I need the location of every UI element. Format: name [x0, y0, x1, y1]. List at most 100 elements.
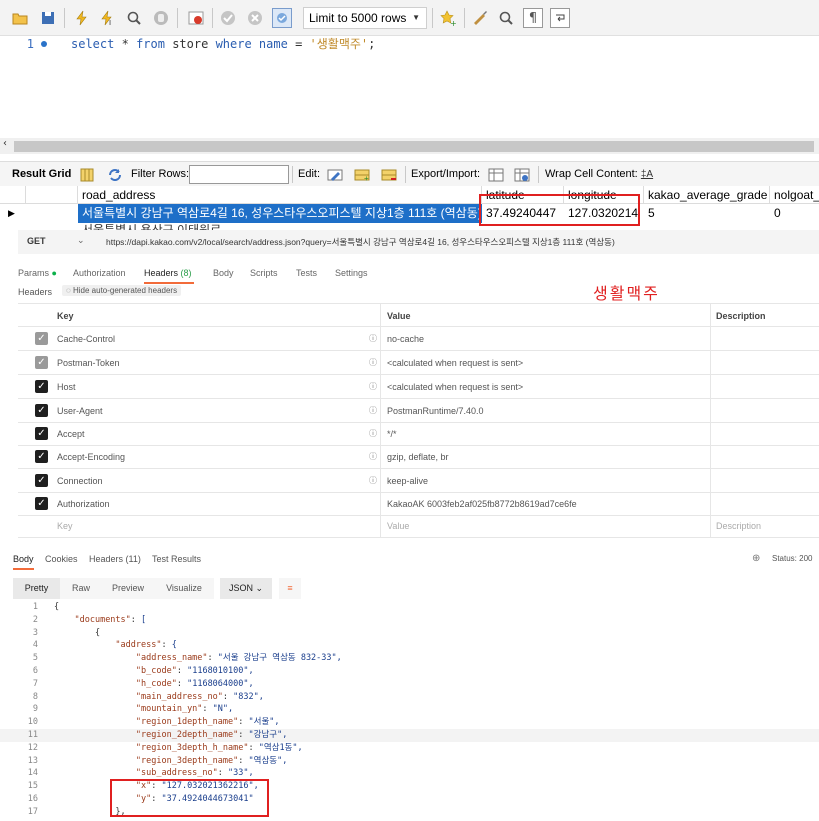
code-line-number: 13 — [27, 755, 38, 766]
code-line-text: "address_name": "서울 강남구 역삼동 832-33", — [135, 653, 342, 664]
grid-cell-kakao-average-grade[interactable]: 5 — [644, 204, 770, 223]
tab-tests[interactable]: Tests — [296, 268, 317, 278]
scroll-left-arrow-icon[interactable]: ‹ — [3, 138, 7, 149]
sql-editor[interactable]: 1 select * from store where name = '생활맥주… — [0, 36, 819, 138]
result-grid-title[interactable]: Result Grid — [12, 168, 71, 180]
http-method[interactable]: GET — [27, 236, 46, 246]
code-line-text: "region_3depth_h_name": "역삼1동", — [135, 742, 303, 753]
code-line: 10 "region_1depth_name": "서울", — [0, 716, 819, 729]
column-header-kakao-average-grade[interactable]: kakao_average_grade — [644, 186, 770, 204]
status-label: Status: 200 — [772, 554, 813, 563]
request-url[interactable]: https://dapi.kakao.com/v2/local/search/a… — [106, 236, 615, 248]
response-tab-headers[interactable]: Headers (11) — [89, 554, 141, 564]
postman-response-panel: Body Cookies Headers (11) Test Results ⊕… — [0, 548, 819, 821]
col-value: Value — [387, 311, 411, 321]
limit-rows-value: Limit to 5000 rows — [309, 11, 407, 25]
autocommit-toggle-icon[interactable] — [272, 8, 292, 28]
import-icon[interactable] — [513, 166, 531, 183]
checkbox-checked-icon[interactable]: ✓ — [35, 427, 48, 440]
code-line-number: 3 — [32, 627, 38, 638]
checkbox-checked-icon[interactable]: ✓ — [35, 332, 48, 345]
delete-row-icon[interactable] — [380, 166, 398, 183]
stop-hand-icon[interactable] — [151, 8, 171, 28]
format-raw-button[interactable]: Raw — [60, 578, 102, 599]
header-row[interactable]: ✓ User-Agent ⓘ PostmanRuntime/7.40.0 — [18, 399, 819, 423]
checkbox-checked-icon[interactable]: ✓ — [35, 474, 48, 487]
checkbox-checked-icon[interactable]: ✓ — [35, 380, 48, 393]
hide-auto-headers-toggle[interactable]: ◌ Hide auto-generated headers — [62, 285, 182, 296]
format-pretty-button[interactable]: Pretty — [13, 578, 60, 599]
toggle-error-icon[interactable] — [186, 8, 206, 28]
result-grid: road_address latitude longitude kakao_av… — [0, 186, 819, 230]
checkbox-checked-icon[interactable]: ✓ — [35, 404, 48, 417]
explain-magnifier-icon[interactable] — [124, 8, 144, 28]
tab-settings[interactable]: Settings — [335, 268, 368, 278]
tab-params[interactable]: Params ● — [18, 268, 57, 278]
header-row[interactable]: ✓ Cache-Control ⓘ no-cache — [18, 327, 819, 351]
tab-headers[interactable]: Headers (8) — [144, 268, 192, 278]
header-row[interactable]: ✓ Host ⓘ <calculated when request is sen… — [18, 375, 819, 399]
response-tab-test-results[interactable]: Test Results — [152, 554, 201, 564]
grid-cell-nolgoat[interactable]: 0 — [770, 204, 819, 223]
code-line: 2 "documents": [ — [0, 614, 819, 627]
info-icon: ⓘ — [369, 452, 377, 461]
word-wrap-icon[interactable] — [550, 8, 570, 28]
svg-text:I: I — [109, 19, 111, 26]
header-row[interactable]: ✓ Connection ⓘ keep-alive — [18, 469, 819, 493]
commit-check-icon[interactable] — [218, 8, 238, 28]
wrap-lines-icon[interactable]: ≡ — [279, 578, 301, 599]
wrap-text-icon[interactable]: ‡A — [638, 166, 656, 183]
code-line-text: "h_code": "1168064000", — [135, 678, 254, 689]
header-row-placeholder[interactable]: Key Value Description — [18, 514, 819, 538]
grid-partial-row[interactable]: 서울특별시 용산구 이태원로 ... — [78, 223, 378, 230]
beautify-brush-icon[interactable] — [470, 8, 490, 28]
header-row[interactable]: ✓ Accept-Encoding ⓘ gzip, deflate, br — [18, 445, 819, 469]
tab-scripts[interactable]: Scripts — [250, 268, 278, 278]
scrollbar-thumb[interactable] — [14, 141, 814, 152]
save-icon[interactable] — [38, 8, 58, 28]
code-line-number: 17 — [27, 806, 38, 817]
response-tab-cookies[interactable]: Cookies — [45, 554, 78, 564]
col-description: Description — [716, 311, 766, 321]
tab-authorization[interactable]: Authorization — [73, 268, 126, 278]
format-visualize-button[interactable]: Visualize — [154, 578, 214, 599]
insert-row-icon[interactable]: + — [353, 166, 371, 183]
execute-lightning-icon[interactable] — [72, 8, 92, 28]
limit-rows-select[interactable]: Limit to 5000 rows ▼ — [303, 7, 427, 29]
export-icon[interactable] — [487, 166, 505, 183]
checkbox-checked-icon[interactable]: ✓ — [35, 356, 48, 369]
add-snippet-star-icon[interactable]: + — [438, 8, 458, 28]
editor-horizontal-scrollbar[interactable]: ‹ — [0, 138, 819, 154]
column-header-nolgoat[interactable]: nolgoat_ — [770, 186, 819, 204]
header-row[interactable]: ✓ Authorization KakaoAK 6003feb2af025fb8… — [18, 492, 819, 516]
code-line-number: 7 — [32, 678, 38, 689]
tab-body[interactable]: Body — [213, 268, 234, 278]
rollback-x-icon[interactable] — [245, 8, 265, 28]
format-preview-button[interactable]: Preview — [102, 578, 154, 599]
execute-current-icon[interactable]: I — [98, 8, 118, 28]
statement-dot-icon — [41, 41, 47, 47]
code-line-number: 12 — [27, 742, 38, 753]
line-number: 1 — [26, 37, 34, 51]
filter-rows-input[interactable] — [189, 165, 289, 184]
grid-view-icon[interactable] — [78, 166, 96, 183]
checkbox-checked-icon[interactable]: ✓ — [35, 497, 48, 510]
invisible-chars-pilcrow-icon[interactable]: ¶ — [523, 8, 543, 28]
sql-toolbar: I Limit to 5000 rows ▼ + ¶ — [0, 0, 819, 36]
code-line-text: "address": { — [115, 640, 177, 651]
chevron-down-icon: ⌄ — [255, 583, 264, 593]
method-chevron-down-icon[interactable]: ⌄ — [77, 235, 85, 246]
response-tab-body[interactable]: Body — [13, 554, 34, 564]
edit-row-icon[interactable] — [326, 166, 344, 183]
header-row[interactable]: ✓ Accept ⓘ */* — [18, 422, 819, 446]
refresh-icon[interactable] — [106, 166, 124, 183]
find-magnifier-icon[interactable] — [496, 8, 516, 28]
code-line: 6 "b_code": "1168010100", — [0, 665, 819, 678]
grid-cell-road-address[interactable]: 서울특별시 강남구 역삼로4길 16, 성우스타우스오피스텔 지상1층 111호… — [78, 204, 482, 223]
checkbox-checked-icon[interactable]: ✓ — [35, 450, 48, 463]
json-format-select[interactable]: JSON ⌄ — [220, 578, 272, 599]
column-header-road-address[interactable]: road_address — [78, 186, 482, 204]
header-row[interactable]: ✓ Postman-Token ⓘ <calculated when reque… — [18, 351, 819, 375]
url-bar[interactable]: GET ⌄ https://dapi.kakao.com/v2/local/se… — [18, 230, 819, 254]
open-folder-icon[interactable] — [10, 8, 30, 28]
